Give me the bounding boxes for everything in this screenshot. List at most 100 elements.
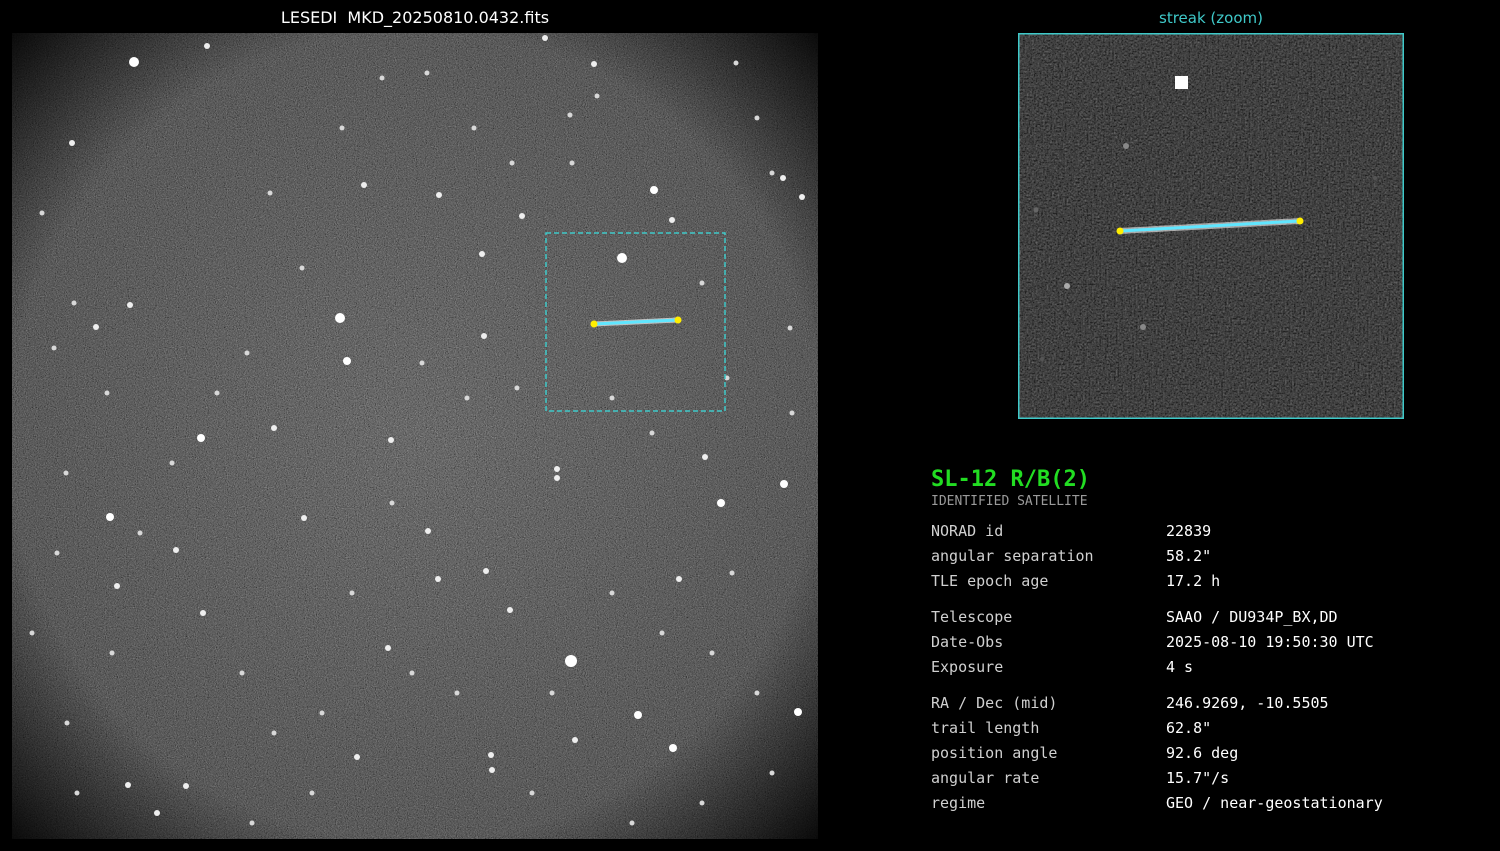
star: [488, 752, 494, 758]
star: [479, 251, 485, 257]
star: [129, 57, 139, 67]
star: [319, 710, 325, 716]
star: [514, 385, 520, 391]
star: [335, 313, 345, 323]
star: [1064, 283, 1070, 289]
star: [104, 390, 110, 396]
star: [676, 576, 682, 582]
info-row: position angle 92.6 deg: [931, 741, 1451, 766]
star: [507, 607, 513, 613]
info-value: 92.6 deg: [1166, 744, 1239, 762]
star: [1175, 76, 1188, 89]
star: [343, 357, 351, 365]
info-label: NORAD id: [931, 522, 1004, 540]
star: [71, 300, 77, 306]
star: [197, 434, 205, 442]
info-row: angular separation 58.2": [931, 544, 1451, 569]
star: [200, 610, 206, 616]
star: [565, 655, 577, 667]
star: [780, 480, 788, 488]
star: [385, 645, 391, 651]
star: [74, 790, 80, 796]
star: [435, 576, 441, 582]
info-value: SAAO / DU934P_BX,DD: [1166, 608, 1338, 626]
star: [173, 547, 179, 553]
streak-end-point: [674, 316, 682, 324]
info-row: Exposure 4 s: [931, 655, 1451, 680]
streak-zoom-image[interactable]: [1018, 33, 1404, 419]
star: [137, 530, 143, 536]
info-label: Exposure: [931, 658, 1004, 676]
star: [64, 720, 70, 726]
star: [389, 500, 395, 506]
info-table: NORAD id 22839 angular separation 58.2" TLE …: [931, 519, 1451, 816]
star: [591, 61, 597, 67]
zoom-streak-start-point: [1116, 227, 1124, 235]
star: [409, 670, 415, 676]
star: [69, 140, 75, 146]
star: [542, 35, 548, 41]
star: [204, 43, 210, 49]
star: [349, 590, 355, 596]
info-row: Telescope SAAO / DU934P_BX,DD: [931, 605, 1451, 630]
satellite-name: SL-12 R/B(2): [931, 467, 1090, 492]
star: [127, 302, 133, 308]
star: [483, 568, 489, 574]
star: [183, 783, 189, 789]
star: [509, 160, 515, 166]
star: [1040, 357, 1044, 361]
info-row: regime GEO / near-geostationary: [931, 791, 1451, 816]
star: [617, 253, 627, 263]
star: [93, 324, 99, 330]
star: [271, 730, 277, 736]
star: [609, 590, 615, 596]
star: [729, 570, 735, 576]
star: [125, 782, 131, 788]
info-row: angular rate 15.7"/s: [931, 766, 1451, 791]
star: [799, 194, 805, 200]
star: [114, 583, 120, 589]
star: [787, 325, 793, 331]
info-label: trail length: [931, 719, 1040, 737]
star: [629, 820, 635, 826]
star: [267, 190, 273, 196]
info-label: RA / Dec (mid): [931, 694, 1058, 712]
star: [709, 650, 715, 656]
info-value: GEO / near-geostationary: [1166, 794, 1383, 812]
info-label: TLE epoch age: [931, 572, 1049, 590]
star: [29, 630, 35, 636]
star: [609, 395, 615, 401]
star: [106, 513, 114, 521]
star-field-image[interactable]: [12, 33, 818, 839]
star: [634, 711, 642, 719]
streak-start-point: [590, 320, 598, 328]
info-label: position angle: [931, 744, 1058, 762]
star: [301, 515, 307, 521]
star: [572, 737, 578, 743]
star: [419, 360, 425, 366]
star: [388, 437, 394, 443]
star: [361, 182, 367, 188]
star: [754, 115, 760, 121]
info-value: 58.2": [1166, 547, 1212, 565]
star: [169, 460, 175, 466]
info-row: NORAD id 22839: [931, 519, 1451, 544]
star: [436, 192, 442, 198]
star: [379, 75, 385, 81]
star: [51, 345, 57, 351]
star: [769, 770, 775, 776]
star: [569, 160, 575, 166]
star: [63, 470, 69, 476]
info-label: angular separation: [931, 547, 1094, 565]
star: [554, 475, 560, 481]
star: [489, 767, 495, 773]
info-label: regime: [931, 794, 986, 812]
info-value: 22839: [1166, 522, 1212, 540]
info-value: 17.2 h: [1166, 572, 1221, 590]
info-label: Telescope: [931, 608, 1013, 626]
star: [39, 210, 45, 216]
star: [702, 454, 708, 460]
star: [309, 790, 315, 796]
